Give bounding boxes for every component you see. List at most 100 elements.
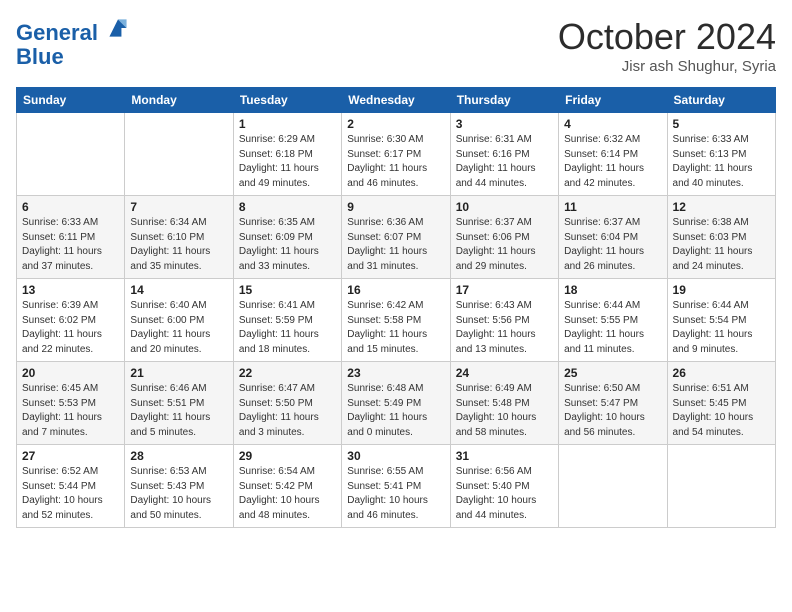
day-info: Sunrise: 6:29 AM Sunset: 6:18 PM Dayligh… <box>239 133 336 191</box>
header-sunday: Sunday <box>17 88 125 113</box>
calendar-cell: 16 Sunrise: 6:42 AM Sunset: 5:58 PM Dayli… <box>342 279 450 362</box>
day-number: 11 <box>564 200 661 214</box>
calendar-cell <box>125 113 233 196</box>
day-info: Sunrise: 6:33 AM Sunset: 6:11 PM Dayligh… <box>22 216 119 274</box>
day-number: 22 <box>239 366 336 380</box>
calendar-header-row: SundayMondayTuesdayWednesdayThursdayFrid… <box>17 88 776 113</box>
calendar-cell: 13Sunrise: 6:39 AM Sunset: 6:02 PM Dayli… <box>17 279 125 362</box>
calendar-cell: 18 Sunrise: 6:44 AM Sunset: 5:55 PM Dayli… <box>559 279 667 362</box>
day-number: 21 <box>130 366 227 380</box>
week-row-2: 6 Sunrise: 6:33 AM Sunset: 6:11 PM Daylig… <box>17 196 776 279</box>
day-info: Sunrise: 6:41 AM Sunset: 5:59 PM Dayligh… <box>239 299 336 357</box>
header-saturday: Saturday <box>667 88 775 113</box>
calendar-cell: 9Sunrise: 6:36 AM Sunset: 6:07 PM Daylig… <box>342 196 450 279</box>
calendar-cell: 23 Sunrise: 6:48 AM Sunset: 5:49 PM Dayli… <box>342 362 450 445</box>
logo-icon <box>106 16 130 40</box>
calendar-cell: 4 Sunrise: 6:32 AM Sunset: 6:14 PM Daylig… <box>559 113 667 196</box>
calendar-table: SundayMondayTuesdayWednesdayThursdayFrid… <box>16 87 776 528</box>
day-number: 23 <box>347 366 444 380</box>
day-number: 30 <box>347 449 444 463</box>
day-info: Sunrise: 6:48 AM Sunset: 5:49 PM Dayligh… <box>347 382 444 440</box>
location-subtitle: Jisr ash Shughur, Syria <box>558 58 776 75</box>
day-info: Sunrise: 6:42 AM Sunset: 5:58 PM Dayligh… <box>347 299 444 357</box>
day-number: 31 <box>456 449 553 463</box>
calendar-cell: 17 Sunrise: 6:43 AM Sunset: 5:56 PM Dayli… <box>450 279 558 362</box>
day-info: Sunrise: 6:45 AM Sunset: 5:53 PM Dayligh… <box>22 382 119 440</box>
day-number: 16 <box>347 283 444 297</box>
day-info: Sunrise: 6:38 AM Sunset: 6:03 PM Dayligh… <box>673 216 770 274</box>
calendar-cell: 19 Sunrise: 6:44 AM Sunset: 5:54 PM Dayli… <box>667 279 775 362</box>
day-number: 28 <box>130 449 227 463</box>
header-monday: Monday <box>125 88 233 113</box>
calendar-cell: 7 Sunrise: 6:34 AM Sunset: 6:10 PM Daylig… <box>125 196 233 279</box>
day-number: 4 <box>564 117 661 131</box>
day-number: 8 <box>239 200 336 214</box>
day-number: 18 <box>564 283 661 297</box>
calendar-cell: 3 Sunrise: 6:31 AM Sunset: 6:16 PM Daylig… <box>450 113 558 196</box>
week-row-4: 20 Sunrise: 6:45 AM Sunset: 5:53 PM Dayli… <box>17 362 776 445</box>
month-title: October 2024 <box>558 16 776 58</box>
day-info: Sunrise: 6:36 AM Sunset: 6:07 PM Dayligh… <box>347 216 444 274</box>
day-info: Sunrise: 6:43 AM Sunset: 5:56 PM Dayligh… <box>456 299 553 357</box>
calendar-cell <box>17 113 125 196</box>
day-number: 29 <box>239 449 336 463</box>
day-info: Sunrise: 6:53 AM Sunset: 5:43 PM Dayligh… <box>130 465 227 523</box>
day-info: Sunrise: 6:44 AM Sunset: 5:54 PM Dayligh… <box>673 299 770 357</box>
day-info: Sunrise: 6:30 AM Sunset: 6:17 PM Dayligh… <box>347 133 444 191</box>
day-number: 6 <box>22 200 119 214</box>
day-info: Sunrise: 6:34 AM Sunset: 6:10 PM Dayligh… <box>130 216 227 274</box>
calendar-cell: 11Sunrise: 6:37 AM Sunset: 6:04 PM Dayli… <box>559 196 667 279</box>
calendar-cell: 15 Sunrise: 6:41 AM Sunset: 5:59 PM Dayli… <box>233 279 341 362</box>
calendar-cell: 14 Sunrise: 6:40 AM Sunset: 6:00 PM Dayli… <box>125 279 233 362</box>
day-number: 20 <box>22 366 119 380</box>
day-info: Sunrise: 6:49 AM Sunset: 5:48 PM Dayligh… <box>456 382 553 440</box>
day-number: 2 <box>347 117 444 131</box>
title-block: October 2024 Jisr ash Shughur, Syria <box>558 16 776 75</box>
header-wednesday: Wednesday <box>342 88 450 113</box>
day-number: 26 <box>673 366 770 380</box>
calendar-cell: 10 Sunrise: 6:37 AM Sunset: 6:06 PM Dayli… <box>450 196 558 279</box>
calendar-cell: 21Sunrise: 6:46 AM Sunset: 5:51 PM Dayli… <box>125 362 233 445</box>
day-info: Sunrise: 6:35 AM Sunset: 6:09 PM Dayligh… <box>239 216 336 274</box>
day-info: Sunrise: 6:31 AM Sunset: 6:16 PM Dayligh… <box>456 133 553 191</box>
day-info: Sunrise: 6:54 AM Sunset: 5:42 PM Dayligh… <box>239 465 336 523</box>
day-number: 15 <box>239 283 336 297</box>
calendar-cell: 20 Sunrise: 6:45 AM Sunset: 5:53 PM Dayli… <box>17 362 125 445</box>
header-friday: Friday <box>559 88 667 113</box>
day-number: 19 <box>673 283 770 297</box>
day-number: 3 <box>456 117 553 131</box>
week-row-5: 27Sunrise: 6:52 AM Sunset: 5:44 PM Dayli… <box>17 445 776 528</box>
calendar-cell: 5Sunrise: 6:33 AM Sunset: 6:13 PM Daylig… <box>667 113 775 196</box>
logo-text: General <box>16 16 130 45</box>
calendar-cell: 30Sunrise: 6:55 AM Sunset: 5:41 PM Dayli… <box>342 445 450 528</box>
calendar-cell: 22Sunrise: 6:47 AM Sunset: 5:50 PM Dayli… <box>233 362 341 445</box>
calendar-cell: 8 Sunrise: 6:35 AM Sunset: 6:09 PM Daylig… <box>233 196 341 279</box>
page-header: General Blue October 2024 Jisr ash Shugh… <box>16 16 776 75</box>
calendar-cell: 25Sunrise: 6:50 AM Sunset: 5:47 PM Dayli… <box>559 362 667 445</box>
day-number: 12 <box>673 200 770 214</box>
day-number: 17 <box>456 283 553 297</box>
day-number: 10 <box>456 200 553 214</box>
day-info: Sunrise: 6:32 AM Sunset: 6:14 PM Dayligh… <box>564 133 661 191</box>
day-number: 7 <box>130 200 227 214</box>
logo: General Blue <box>16 16 130 69</box>
day-info: Sunrise: 6:56 AM Sunset: 5:40 PM Dayligh… <box>456 465 553 523</box>
calendar-cell: 31 Sunrise: 6:56 AM Sunset: 5:40 PM Dayli… <box>450 445 558 528</box>
header-thursday: Thursday <box>450 88 558 113</box>
day-number: 13 <box>22 283 119 297</box>
day-number: 25 <box>564 366 661 380</box>
day-info: Sunrise: 6:44 AM Sunset: 5:55 PM Dayligh… <box>564 299 661 357</box>
calendar-cell: 26 Sunrise: 6:51 AM Sunset: 5:45 PM Dayli… <box>667 362 775 445</box>
day-info: Sunrise: 6:33 AM Sunset: 6:13 PM Dayligh… <box>673 133 770 191</box>
day-info: Sunrise: 6:52 AM Sunset: 5:44 PM Dayligh… <box>22 465 119 523</box>
calendar-cell: 27Sunrise: 6:52 AM Sunset: 5:44 PM Dayli… <box>17 445 125 528</box>
day-info: Sunrise: 6:40 AM Sunset: 6:00 PM Dayligh… <box>130 299 227 357</box>
day-info: Sunrise: 6:51 AM Sunset: 5:45 PM Dayligh… <box>673 382 770 440</box>
day-info: Sunrise: 6:37 AM Sunset: 6:06 PM Dayligh… <box>456 216 553 274</box>
calendar-cell: 2 Sunrise: 6:30 AM Sunset: 6:17 PM Daylig… <box>342 113 450 196</box>
day-number: 14 <box>130 283 227 297</box>
calendar-cell: 1 Sunrise: 6:29 AM Sunset: 6:18 PM Daylig… <box>233 113 341 196</box>
calendar-cell: 24Sunrise: 6:49 AM Sunset: 5:48 PM Dayli… <box>450 362 558 445</box>
day-number: 1 <box>239 117 336 131</box>
week-row-3: 13Sunrise: 6:39 AM Sunset: 6:02 PM Dayli… <box>17 279 776 362</box>
